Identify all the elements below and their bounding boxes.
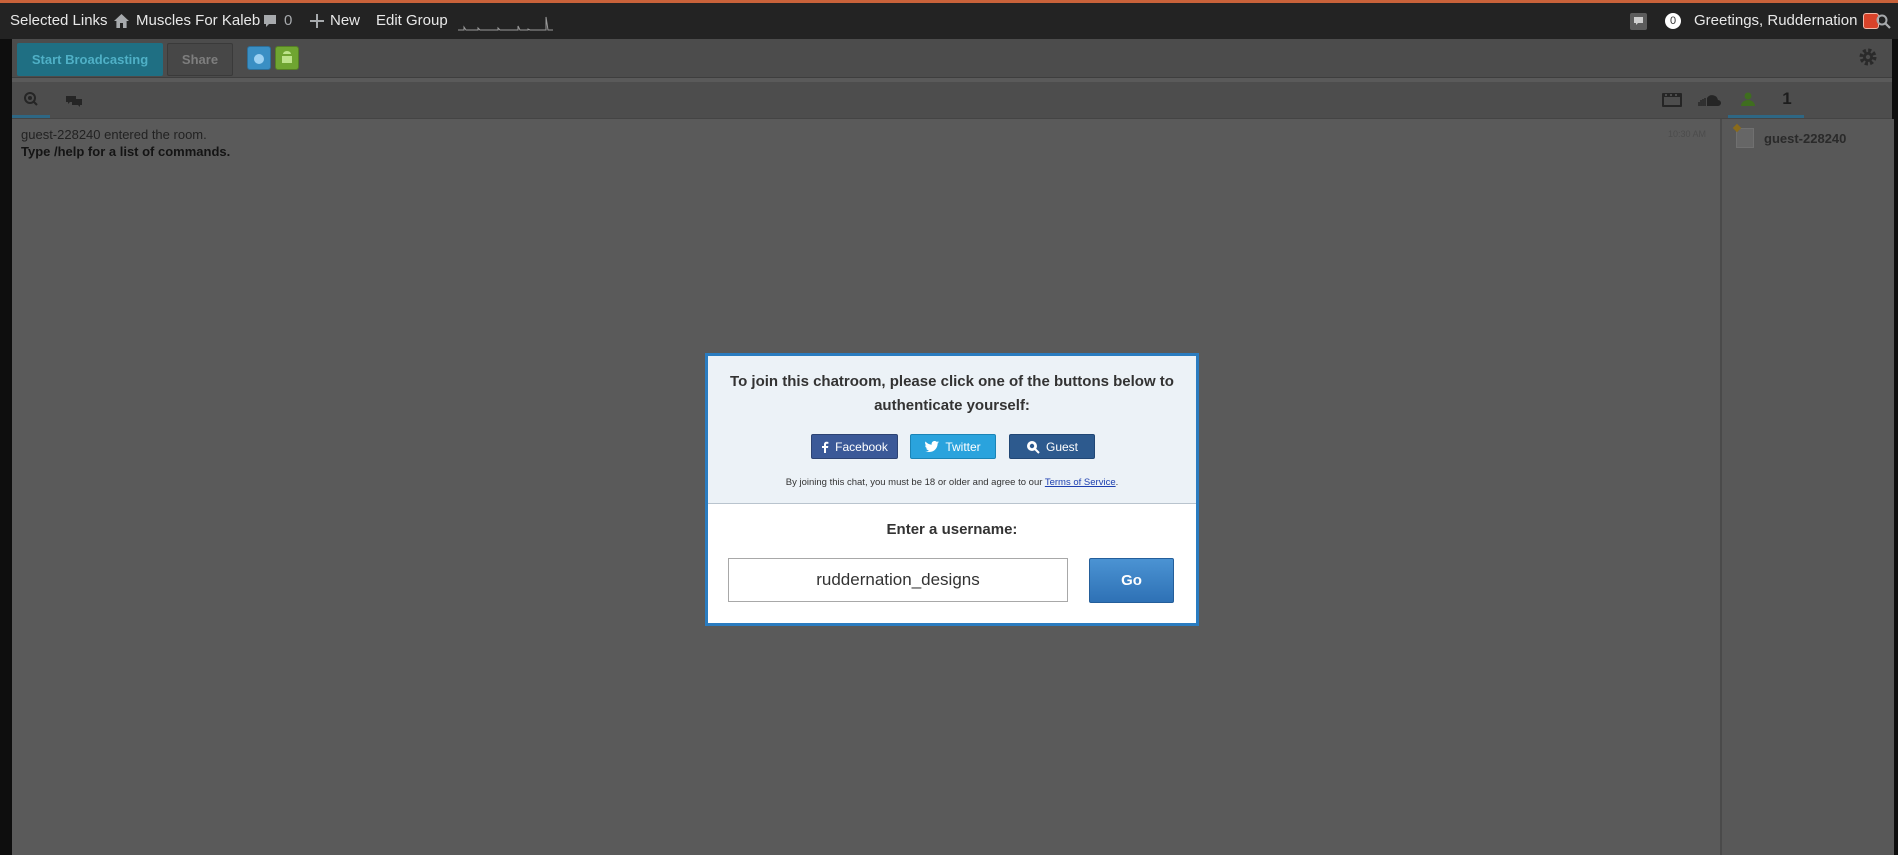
tab-main-chat[interactable] — [12, 82, 50, 118]
terms-of-service-link[interactable]: Terms of Service — [1045, 477, 1116, 488]
start-broadcasting-button[interactable]: Start Broadcasting — [17, 43, 163, 76]
notification-count-badge: 0 — [1665, 13, 1681, 29]
facebook-label: Facebook — [835, 439, 888, 454]
search-icon — [1876, 14, 1891, 29]
guest-login-button[interactable]: Guest — [1009, 434, 1095, 459]
go-button[interactable]: Go — [1089, 558, 1174, 603]
tab-user-list[interactable]: 1 — [1728, 82, 1804, 118]
android-icon — [282, 51, 292, 63]
soundcloud-icon — [1698, 95, 1721, 106]
tab-soundcloud[interactable] — [1690, 82, 1728, 118]
my-account-menu[interactable]: Greetings, Ruddernation — [1694, 3, 1880, 39]
stats-sparkline[interactable] — [458, 13, 553, 31]
twitter-login-button[interactable]: Twitter — [910, 434, 996, 459]
chat-tabs — [12, 82, 1718, 119]
twitter-icon — [925, 441, 940, 452]
private-message-icon — [66, 96, 82, 107]
site-name-link[interactable]: Muscles For Kaleb — [113, 3, 260, 39]
terms-prefix: By joining this chat, you must be 18 or … — [785, 477, 1045, 488]
new-label: New — [330, 12, 361, 29]
gear-icon[interactable] — [1858, 47, 1878, 67]
terms-suffix: . — [1115, 477, 1119, 488]
enter-username-label: Enter a username: — [886, 521, 1018, 538]
tab-video[interactable] — [1653, 82, 1691, 118]
ios-app-icon[interactable] — [247, 46, 271, 70]
comments-count: 0 — [284, 12, 293, 29]
user-list: guest-228240 — [1720, 119, 1894, 855]
selected-links-label: Selected Links — [10, 12, 108, 29]
message-timestamp: 10:30 AM — [1667, 129, 1706, 139]
user-list-name: guest-228240 — [1764, 130, 1847, 146]
home-icon — [114, 14, 129, 28]
chat-message: Type /help for a list of commands. — [21, 144, 231, 159]
user-list-avatar — [1736, 128, 1754, 148]
user-list-item[interactable]: guest-228240 — [1736, 128, 1846, 148]
film-icon — [1662, 93, 1682, 107]
top-toolbar: Start Broadcasting Share — [12, 39, 1892, 78]
terms-notice: By joining this chat, you must be 18 or … — [708, 477, 1196, 488]
search-button[interactable] — [1876, 3, 1891, 39]
user-count: 1 — [1782, 88, 1792, 108]
apple-icon — [254, 54, 264, 64]
chat-bubble-icon — [24, 91, 38, 106]
chat-message: guest-228240 entered the room. — [21, 127, 207, 142]
notification-badge-item[interactable]: 0 — [1665, 3, 1681, 39]
android-app-icon[interactable] — [275, 46, 299, 70]
selected-links-menu[interactable]: Selected Links — [10, 3, 108, 39]
twitter-label: Twitter — [945, 439, 981, 454]
guest-icon — [1026, 440, 1040, 454]
tab-private-messages[interactable] — [55, 82, 93, 118]
site-name-label: Muscles For Kaleb — [136, 12, 261, 29]
username-input[interactable] — [728, 558, 1068, 602]
facebook-login-button[interactable]: Facebook — [811, 434, 898, 459]
facebook-icon — [822, 441, 829, 453]
join-dialog: To join this chatroom, please click one … — [705, 353, 1199, 626]
notifications-menu[interactable] — [1630, 3, 1647, 39]
share-button[interactable]: Share — [167, 43, 233, 76]
user-icon — [1741, 92, 1756, 106]
edit-group-label: Edit Group — [376, 12, 448, 29]
join-prompt: To join this chatroom, please click one … — [730, 373, 1174, 414]
comment-icon — [264, 15, 276, 27]
comments-link[interactable]: 0 — [262, 3, 292, 39]
sidebar-tabs: 1 — [1653, 82, 1892, 119]
guest-label: Guest — [1045, 439, 1078, 454]
new-content-menu[interactable]: New — [310, 3, 360, 39]
notification-icon — [1630, 12, 1647, 30]
admin-bar: Selected Links Muscles For Kaleb 0 New E… — [0, 0, 1898, 39]
auth-section: To join this chatroom, please click one … — [708, 356, 1196, 504]
greeting-label: Greetings, Ruddernation — [1694, 12, 1858, 29]
edit-group-link[interactable]: Edit Group — [376, 3, 448, 39]
plus-icon — [310, 14, 324, 28]
